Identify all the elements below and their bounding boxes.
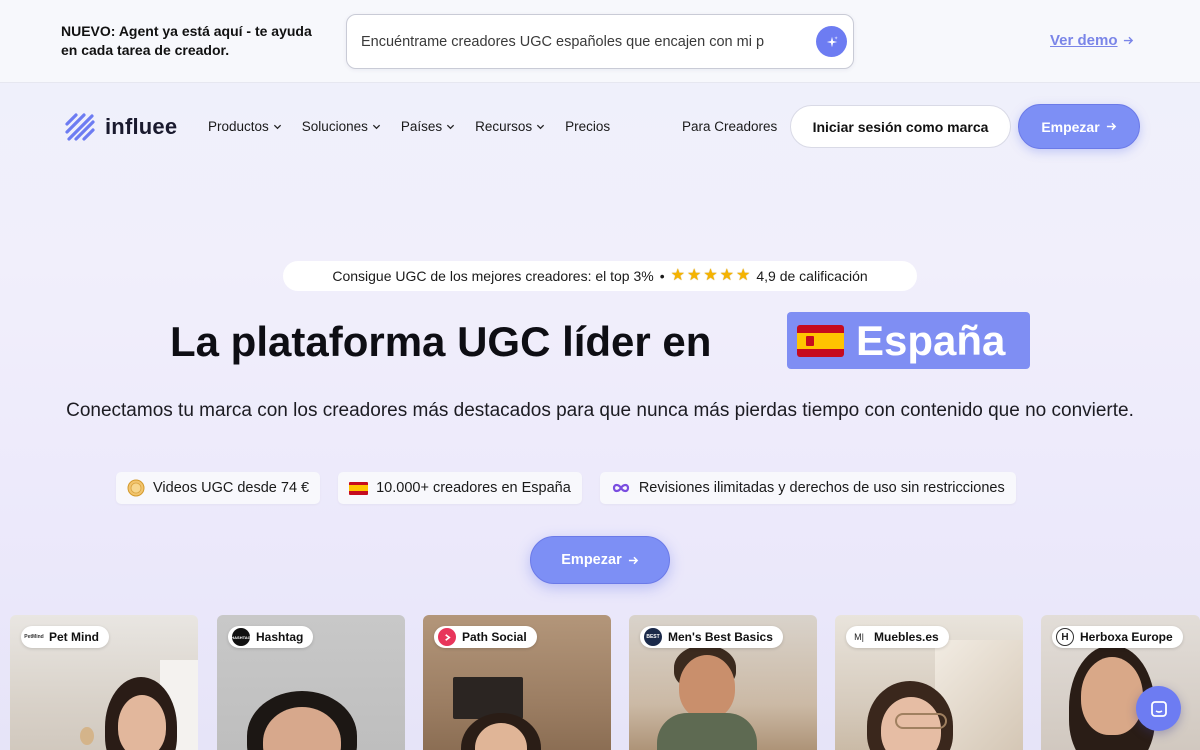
brand-name: influee: [105, 114, 178, 139]
rating-stars: ★ ★ ★ ★ ★: [671, 268, 751, 284]
star-icon: ★: [670, 267, 685, 284]
star-icon: ★: [736, 267, 751, 284]
hero-subtitle: Conectamos tu marca con los creadores má…: [66, 400, 1134, 421]
creator-shirt: [657, 713, 757, 750]
main-nav: Productos Soluciones Países Recursos Pre…: [208, 119, 610, 134]
nav-item-label: Precios: [565, 119, 611, 134]
ugc-video-carousel: PetMind Pet Mind HASHTAG Hashtag Path So…: [10, 615, 1200, 750]
start-button-label: Empezar: [1041, 118, 1100, 135]
rating-pill: Consigue UGC de los mejores creadores: e…: [283, 261, 917, 291]
card-brand-tag: Path Social: [434, 626, 537, 648]
for-creators-link[interactable]: Para Creadores: [682, 119, 777, 134]
feature-label: Revisiones ilimitadas y derechos de uso …: [638, 480, 1005, 496]
star-icon: ★: [703, 267, 718, 284]
rating-text: Consigue UGC de los mejores creadores: e…: [332, 268, 654, 284]
brand-logo-icon: H: [1056, 628, 1074, 646]
video-card[interactable]: H Herboxa Europe: [1041, 615, 1200, 750]
creator-face: [679, 655, 735, 719]
path-social-logo-icon: [438, 628, 456, 646]
chat-icon: [1150, 700, 1167, 717]
announcement-bar: NUEVO: Agent ya está aquí - te ayuda en …: [0, 0, 1200, 83]
spain-flag-icon: [349, 481, 369, 495]
brand-logo-icon: BEST: [644, 628, 662, 646]
glasses-shape: [895, 713, 947, 729]
card-brand-name: Hashtag: [256, 630, 304, 644]
card-brand-name: Herboxa Europe: [1080, 630, 1173, 644]
creator-face: [118, 695, 166, 750]
feature-price: Videos UGC desde 74 €: [116, 472, 321, 504]
creator-face: [1081, 657, 1143, 735]
tv-shape: [453, 677, 523, 719]
agent-submit-button[interactable]: [816, 26, 847, 57]
arrow-right-icon: [628, 556, 638, 564]
start-button-label: Empezar: [561, 552, 622, 568]
brand-logo[interactable]: influee: [64, 111, 177, 143]
card-brand-name: Pet Mind: [49, 630, 99, 644]
card-brand-name: Path Social: [462, 630, 527, 644]
feature-label: Videos UGC desde 74 €: [153, 480, 310, 496]
feature-creators: 10.000+ creadores en España: [338, 472, 582, 504]
brand-logo-icon: PetMind: [24, 628, 44, 646]
arrow-right-icon: [1106, 122, 1116, 131]
agent-search-input[interactable]: [361, 15, 801, 68]
star-icon: ★: [686, 267, 702, 284]
card-brand-tag: M| Muebles.es: [846, 626, 949, 648]
nav-item-label: Soluciones: [301, 119, 368, 134]
nav-item-recursos[interactable]: Recursos: [475, 119, 545, 134]
video-card[interactable]: HASHTAG Hashtag: [217, 615, 405, 750]
card-brand-name: Muebles.es: [874, 630, 939, 644]
start-button-hero[interactable]: Empezar: [530, 536, 670, 584]
brand-login-button[interactable]: Iniciar sesión como marca: [790, 105, 1011, 148]
card-brand-name: Men's Best Basics: [668, 630, 773, 644]
nav-item-soluciones[interactable]: Soluciones: [302, 119, 381, 134]
spain-flag-icon: [797, 324, 844, 357]
agent-search-box[interactable]: [346, 14, 854, 69]
start-button-nav[interactable]: Empezar: [1018, 104, 1140, 149]
sparkle-icon: [826, 35, 838, 47]
country-badge[interactable]: España: [787, 312, 1030, 369]
chevron-down-icon: [372, 124, 380, 130]
country-name: España: [856, 316, 1006, 364]
demo-link-label: Ver demo: [1050, 32, 1118, 49]
announcement-text: NUEVO: Agent ya está aquí - te ayuda en …: [61, 23, 312, 58]
infinity-icon: [612, 483, 629, 493]
nav-item-paises[interactable]: Países: [401, 119, 455, 134]
card-brand-tag: H Herboxa Europe: [1052, 626, 1183, 648]
chat-widget-button[interactable]: [1136, 686, 1181, 731]
video-card[interactable]: Path Social: [423, 615, 611, 750]
rating-separator: •: [659, 268, 665, 284]
video-card[interactable]: BEST Men's Best Basics: [629, 615, 817, 750]
brand-logo-icon: HASHTAG: [231, 628, 251, 646]
chevron-down-icon: [537, 124, 545, 130]
feature-list: Videos UGC desde 74 € 10.000+ creadores …: [116, 472, 1016, 504]
lamp-shape: [80, 727, 94, 745]
card-brand-tag: HASHTAG Hashtag: [228, 626, 314, 648]
video-card[interactable]: M| Muebles.es: [835, 615, 1023, 750]
nav-item-label: Recursos: [475, 119, 533, 134]
brand-logo-icon: M|: [850, 628, 868, 646]
chevron-down-icon: [447, 124, 455, 130]
nav-item-productos[interactable]: Productos: [208, 119, 282, 134]
demo-link[interactable]: Ver demo: [1050, 32, 1134, 49]
hero-title: La plataforma UGC líder en: [170, 318, 712, 365]
card-brand-tag: PetMind Pet Mind: [21, 626, 109, 648]
influee-logo-icon: [65, 113, 95, 141]
star-icon: ★: [719, 267, 735, 284]
feature-revisions: Revisiones ilimitadas y derechos de uso …: [599, 472, 1016, 504]
card-brand-tag: BEST Men's Best Basics: [640, 626, 783, 648]
nav-item-label: Productos: [208, 119, 269, 134]
chevron-down-icon: [273, 124, 281, 130]
nav-item-precios[interactable]: Precios: [565, 119, 610, 134]
video-card[interactable]: PetMind Pet Mind: [10, 615, 198, 750]
arrow-right-icon: [1123, 36, 1133, 45]
rating-value: 4,9 de calificación: [756, 268, 868, 284]
coin-icon: [127, 479, 145, 497]
nav-item-label: Países: [400, 119, 443, 134]
feature-label: 10.000+ creadores en España: [376, 480, 571, 496]
